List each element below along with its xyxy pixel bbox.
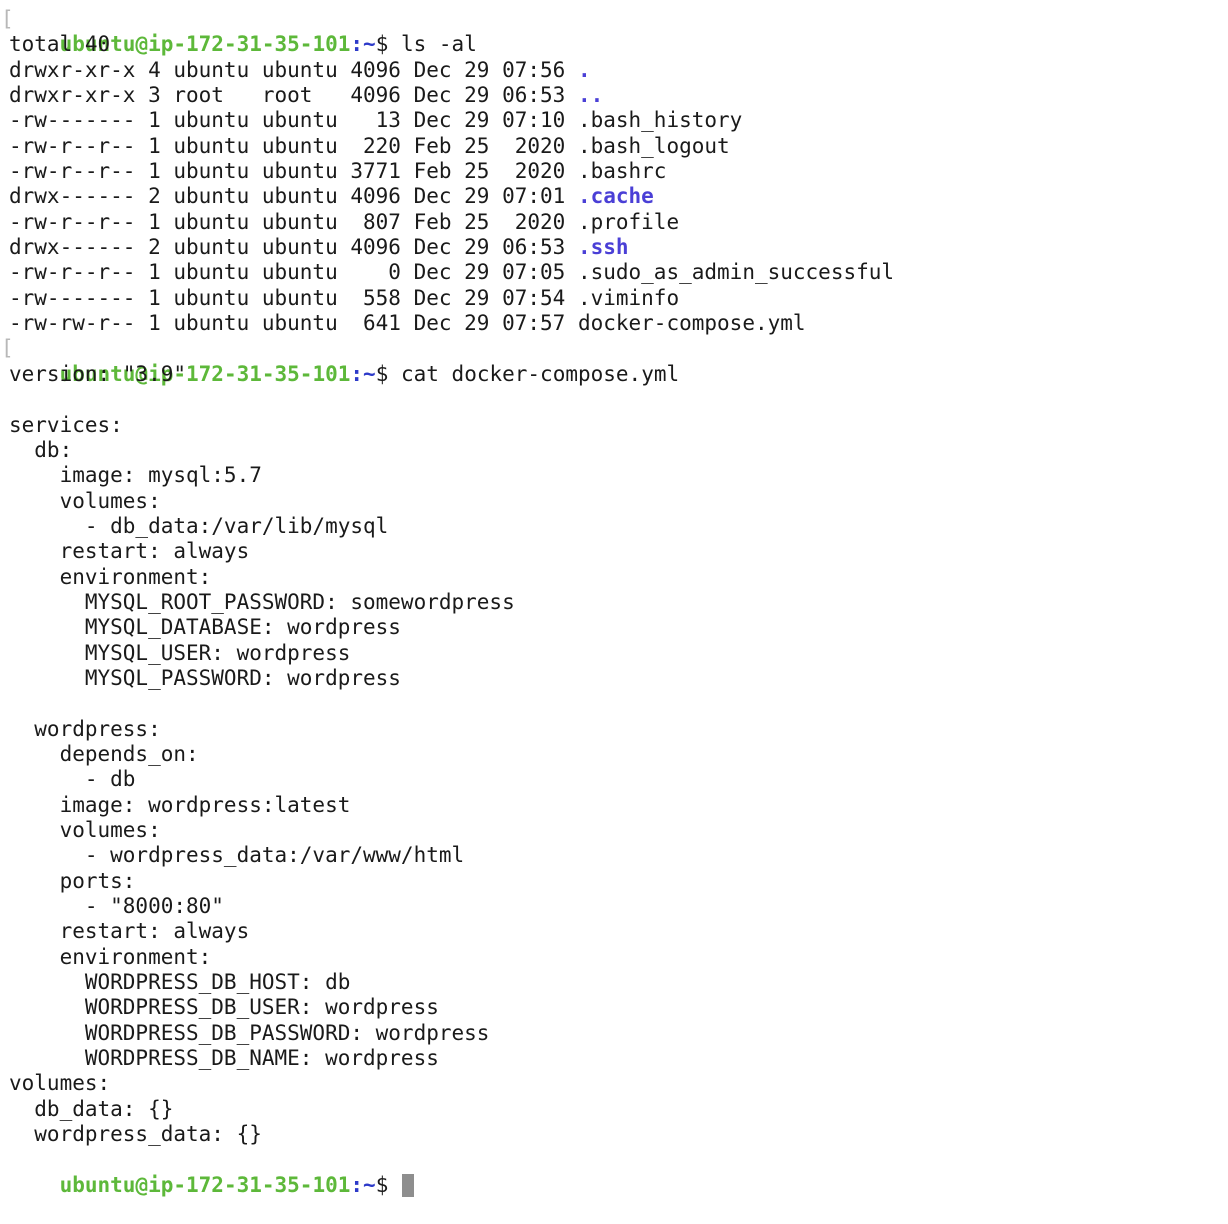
file-line: ports: [9, 868, 136, 893]
ls-entry-filename: .bash_logout [577, 133, 730, 158]
ls-entry-meta: drwxr-xr-x 4 ubuntu ubuntu 4096 Dec 29 0… [9, 57, 578, 82]
file-line: db: [9, 437, 73, 462]
file-line [0, 387, 1228, 412]
prompt-path: ~ [363, 1172, 376, 1197]
command-line: [ubuntu@ip-172-31-35-101:~$ cat docker-c… [0, 336, 1228, 385]
file-line: volumes: [9, 818, 161, 842]
file-line: - wordpress_data:/var/www/html [9, 843, 465, 868]
file-line: WORDPRESS_DB_PASSWORD: wordpress [9, 1020, 490, 1045]
ls-entry-filename: docker-compose.yml [577, 311, 806, 336]
file-line: MYSQL_ROOT_PASSWORD: somewordpress [9, 589, 515, 614]
ls-entry-meta: -rw------- 1 ubuntu ubuntu 13 Dec 29 07:… [9, 108, 578, 133]
file-line: - db_data:/var/lib/mysql [9, 513, 389, 538]
file-contents: version: "3.9" services: db: image: mysql… [0, 362, 1228, 1148]
file-line: wordpress: [9, 716, 161, 741]
file-line: services: [9, 412, 123, 437]
file-line: MYSQL_USER: wordpress [9, 640, 351, 665]
file-line: image: mysql:5.7 [9, 463, 262, 488]
file-line: environment: [9, 944, 212, 969]
ls-entry-filename: .bashrc [577, 159, 667, 184]
ls-entry-row: -rw-rw-r-- 1 ubuntu ubuntu 641 Dec 29 07… [0, 311, 1228, 336]
ls-entry-row: -rw-r--r-- 1 ubuntu ubuntu 3771 Feb 25 2… [0, 159, 1228, 184]
prompt-dollar: $ [375, 1172, 401, 1197]
ls-entry-row: drwxr-xr-x 4 ubuntu ubuntu 4096 Dec 29 0… [0, 58, 1228, 83]
file-line: MYSQL_PASSWORD: wordpress [9, 665, 401, 690]
ls-entry-row: -rw-r--r-- 1 ubuntu ubuntu 807 Feb 25 20… [0, 210, 1228, 235]
file-line: depends_on: [9, 741, 199, 766]
file-line: MYSQL_DATABASE: wordpress [9, 615, 401, 640]
ls-entry-filename: .viminfo [577, 285, 680, 310]
selection-bracket: [ [1, 336, 14, 361]
ls-entry-row: -rw------- 1 ubuntu ubuntu 558 Dec 29 07… [0, 286, 1228, 311]
ls-entry-meta: -rw-r--r-- 1 ubuntu ubuntu 220 Feb 25 20… [9, 133, 578, 158]
ls-entry-row: drwx------ 2 ubuntu ubuntu 4096 Dec 29 0… [0, 184, 1228, 209]
ls-entry-row: -rw-r--r-- 1 ubuntu ubuntu 220 Feb 25 20… [0, 134, 1228, 159]
file-line: WORDPRESS_DB_NAME: wordpress [9, 1046, 439, 1071]
ls-entry-row: -rw-r--r-- 1 ubuntu ubuntu 0 Dec 29 07:0… [0, 260, 1228, 285]
file-line: volumes: [9, 1071, 111, 1096]
file-line: volumes: [9, 488, 161, 513]
file-line [0, 691, 1228, 716]
ls-entry-dirname: .ssh [577, 235, 629, 260]
prompt-userhost: ubuntu@ip-172-31-35-101 [59, 1172, 351, 1197]
ls-entry-meta: -rw-r--r-- 1 ubuntu ubuntu 807 Feb 25 20… [9, 209, 578, 234]
file-line: environment: [9, 564, 212, 589]
file-line: WORDPRESS_DB_USER: wordpress [9, 995, 439, 1020]
terminal-window[interactable]: [ubuntu@ip-172-31-35-101:~$ ls -al total… [0, 7, 1228, 1197]
ls-total: total 40 [9, 32, 111, 57]
file-line: - db [9, 767, 136, 792]
file-line: image: wordpress:latest [9, 792, 351, 817]
ls-entry-filename: .bash_history [577, 108, 743, 133]
file-line: wordpress_data: {} [9, 1122, 262, 1147]
file-line: db_data: {} [9, 1096, 174, 1121]
ls-entry-row: -rw------- 1 ubuntu ubuntu 13 Dec 29 07:… [0, 108, 1228, 133]
file-line: version: "3.9" [9, 361, 187, 386]
ls-entry-meta: -rw-r--r-- 1 ubuntu ubuntu 0 Dec 29 07:0… [9, 260, 578, 285]
ls-entry-dirname: . [577, 57, 591, 82]
ls-entry-dirname: .cache [577, 184, 654, 209]
file-line: restart: always [9, 539, 250, 564]
ls-entry-meta: drwx------ 2 ubuntu ubuntu 4096 Dec 29 0… [9, 184, 578, 209]
ls-entry-dirname: .. [577, 83, 604, 108]
ls-listing: drwxr-xr-x 4 ubuntu ubuntu 4096 Dec 29 0… [0, 58, 1228, 337]
ls-entry-meta: drwx------ 2 ubuntu ubuntu 4096 Dec 29 0… [9, 235, 578, 260]
file-line: restart: always [9, 919, 250, 944]
ls-entry-row: drwx------ 2 ubuntu ubuntu 4096 Dec 29 0… [0, 235, 1228, 260]
ls-entry-meta: drwxr-xr-x 3 root root 4096 Dec 29 06:53 [9, 83, 578, 108]
active-command-line[interactable]: ubuntu@ip-172-31-35-101:~$ [0, 1147, 1228, 1197]
ls-entry-meta: -rw------- 1 ubuntu ubuntu 558 Dec 29 07… [9, 285, 578, 310]
text-cursor[interactable] [401, 1173, 414, 1197]
ls-entry-filename: .sudo_as_admin_successful [577, 260, 895, 285]
prompt-colon: : [350, 1172, 364, 1197]
file-line: - "8000:80" [9, 894, 224, 919]
file-line: WORDPRESS_DB_HOST: db [9, 970, 351, 995]
ls-entry-meta: -rw-r--r-- 1 ubuntu ubuntu 3771 Feb 25 2… [9, 159, 578, 184]
ls-entry-meta: -rw-rw-r-- 1 ubuntu ubuntu 641 Dec 29 07… [9, 311, 578, 336]
ls-entry-filename: .profile [577, 209, 680, 234]
ls-entry-row: drwxr-xr-x 3 root root 4096 Dec 29 06:53… [0, 83, 1228, 108]
selection-bracket: [ [1, 7, 14, 31]
command-line: [ubuntu@ip-172-31-35-101:~$ ls -al [0, 7, 1228, 56]
